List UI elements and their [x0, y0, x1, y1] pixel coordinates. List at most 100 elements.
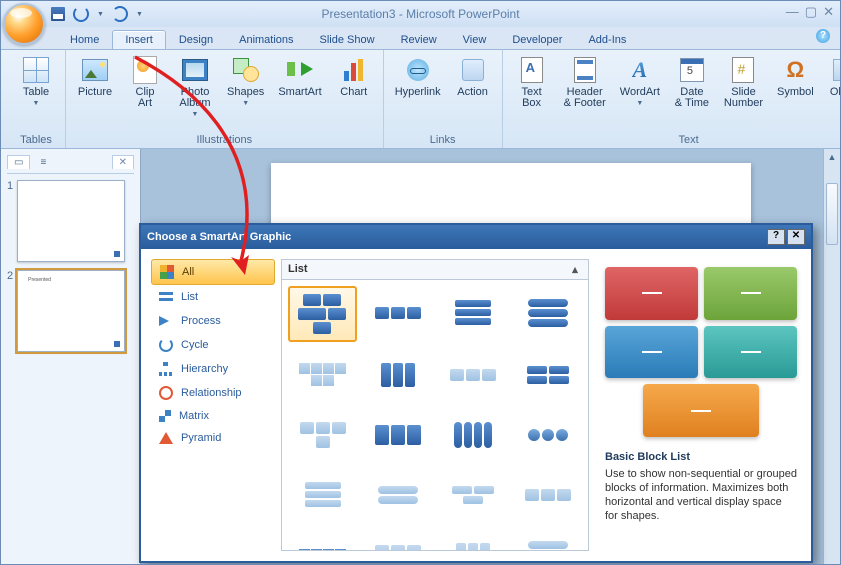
layout-item[interactable] — [363, 348, 432, 402]
category-matrix[interactable]: Matrix — [151, 405, 275, 427]
slide-thumb-1[interactable]: 1 — [7, 180, 134, 262]
layout-item[interactable] — [363, 528, 432, 550]
layout-item[interactable] — [363, 286, 432, 340]
list-icon — [159, 290, 173, 304]
category-list[interactable]: List — [151, 285, 275, 309]
minimize-button[interactable]: — — [786, 4, 799, 20]
layout-item[interactable] — [438, 348, 507, 402]
tab-design[interactable]: Design — [166, 30, 226, 49]
layout-item[interactable] — [513, 286, 582, 340]
clipart-icon — [133, 56, 157, 84]
tab-animations[interactable]: Animations — [226, 30, 306, 49]
ribbon-tabs: Home Insert Design Animations Slide Show… — [51, 27, 840, 49]
ribbon: Table▼ Tables Picture Clip Art Photo Alb… — [1, 49, 840, 149]
slide-thumb-2[interactable]: 2 Presented — [7, 270, 134, 352]
panel-close[interactable]: ✕ — [112, 155, 134, 169]
shapes-icon — [233, 58, 259, 82]
layout-item[interactable] — [288, 528, 357, 550]
layout-item[interactable] — [438, 286, 507, 340]
slides-panel: ▭ ≡ ✕ 1 2 Presented — [1, 149, 141, 564]
layout-item[interactable] — [438, 528, 507, 550]
preview-graphic — [601, 263, 801, 437]
category-list: All List Process Cycle Hierarchy Relatio… — [151, 259, 275, 551]
restore-button[interactable]: ▢ — [805, 4, 817, 20]
tab-view[interactable]: View — [450, 30, 500, 49]
app-window: ▼ ▼ Presentation3 - Microsoft PowerPoint… — [0, 0, 841, 565]
tab-developer[interactable]: Developer — [499, 30, 575, 49]
clipart-button[interactable]: Clip Art — [122, 52, 168, 112]
process-icon — [159, 314, 173, 328]
layout-gallery: List▴ — [281, 259, 589, 551]
category-relationship[interactable]: Relationship — [151, 381, 275, 405]
vertical-scrollbar[interactable]: ▲ — [823, 149, 840, 564]
dialog-close-button[interactable]: ✕ — [787, 229, 805, 245]
photo-album-button[interactable]: Photo Album▼ — [172, 52, 218, 121]
wordart-button[interactable]: AWordArt▼ — [615, 52, 665, 110]
dialog-help-button[interactable]: ? — [767, 229, 785, 245]
layout-item[interactable] — [363, 408, 432, 462]
table-button[interactable]: Table▼ — [13, 52, 59, 110]
layout-item[interactable] — [288, 348, 357, 402]
layout-item[interactable] — [438, 468, 507, 522]
hierarchy-icon — [159, 362, 173, 376]
help-button[interactable]: ? — [816, 29, 830, 43]
category-process[interactable]: Process — [151, 309, 275, 333]
datetime-button[interactable]: Date & Time — [669, 52, 715, 112]
layout-item[interactable] — [513, 408, 582, 462]
object-icon — [833, 59, 841, 81]
layout-item[interactable] — [438, 408, 507, 462]
slide-number-button[interactable]: Slide Number — [719, 52, 768, 112]
cycle-icon — [159, 338, 173, 352]
chart-button[interactable]: Chart — [331, 52, 377, 101]
tab-review[interactable]: Review — [388, 30, 450, 49]
layout-item[interactable] — [288, 468, 357, 522]
tab-addins[interactable]: Add-Ins — [575, 30, 639, 49]
header-footer-button[interactable]: Header & Footer — [559, 52, 611, 112]
hyperlink-icon — [407, 59, 429, 81]
layout-item[interactable] — [363, 468, 432, 522]
textbox-icon — [521, 57, 543, 83]
datetime-icon — [680, 58, 704, 82]
category-all[interactable]: All — [151, 259, 275, 285]
dialog-titlebar[interactable]: Choose a SmartArt Graphic ? ✕ — [141, 225, 811, 249]
gallery-scroll-up[interactable]: ▴ — [568, 263, 582, 276]
layout-item[interactable] — [513, 348, 582, 402]
layout-basic-block-list[interactable] — [288, 286, 357, 342]
close-button[interactable]: ✕ — [823, 4, 834, 20]
layout-preview: Basic Block List Use to show non-sequent… — [595, 259, 801, 551]
group-links: Hyperlink Action Links — [384, 50, 503, 148]
picture-icon — [82, 59, 108, 81]
tab-insert[interactable]: Insert — [112, 30, 166, 49]
photo-album-icon — [182, 59, 208, 81]
outline-tab[interactable]: ≡ — [34, 155, 54, 169]
tab-home[interactable]: Home — [57, 30, 112, 49]
relationship-icon — [159, 386, 173, 400]
office-button[interactable] — [3, 3, 45, 45]
layout-item[interactable] — [513, 468, 582, 522]
layout-item[interactable] — [513, 528, 582, 550]
category-hierarchy[interactable]: Hierarchy — [151, 357, 275, 381]
slides-tab[interactable]: ▭ — [7, 155, 30, 169]
category-cycle[interactable]: Cycle — [151, 333, 275, 357]
header-footer-icon — [574, 57, 596, 83]
slide-number-icon — [732, 57, 754, 83]
group-tables: Table▼ Tables — [7, 50, 66, 148]
action-button[interactable]: Action — [450, 52, 496, 101]
symbol-button[interactable]: ΩSymbol — [772, 52, 819, 101]
layout-item[interactable] — [288, 408, 357, 462]
table-icon — [23, 57, 49, 83]
textbox-button[interactable]: Text Box — [509, 52, 555, 112]
category-pyramid[interactable]: Pyramid — [151, 427, 275, 449]
smartart-dialog: Choose a SmartArt Graphic ? ✕ All List P… — [139, 223, 813, 563]
hyperlink-button[interactable]: Hyperlink — [390, 52, 446, 101]
wordart-icon: A — [632, 57, 647, 83]
shapes-button[interactable]: Shapes▼ — [222, 52, 269, 110]
object-button[interactable]: Object — [823, 52, 841, 101]
group-text: Text Box Header & Footer AWordArt▼ Date … — [503, 50, 841, 148]
smartart-button[interactable]: SmartArt — [273, 52, 326, 101]
tab-slideshow[interactable]: Slide Show — [307, 30, 388, 49]
picture-button[interactable]: Picture — [72, 52, 118, 101]
all-icon — [160, 265, 174, 279]
window-title: Presentation3 - Microsoft PowerPoint — [1, 7, 840, 21]
smartart-icon — [287, 59, 313, 81]
